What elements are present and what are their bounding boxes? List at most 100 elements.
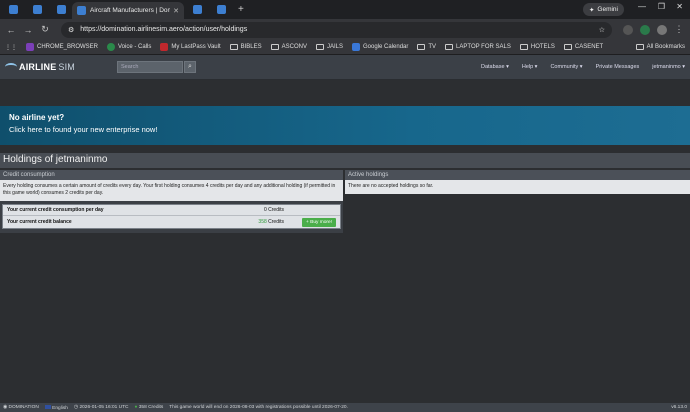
address-bar[interactable]: ⚙ https://domination.airlinesim.aero/act…: [61, 21, 612, 38]
folder-icon: [417, 44, 426, 50]
forward-icon[interactable]: →: [23, 25, 33, 35]
pinned-tab[interactable]: [2, 3, 24, 17]
minimize-icon[interactable]: —: [638, 2, 646, 11]
bookmark-folder[interactable]: TV: [417, 44, 436, 50]
search-input[interactable]: Search: [117, 61, 183, 73]
row-value: 358 Credits: [258, 219, 284, 225]
found-airline-banner[interactable]: No airline yet? Click here to found your…: [0, 106, 690, 145]
extension-icon[interactable]: [623, 24, 633, 35]
browser-toolbar: ← → ↻ ⚙ https://domination.airlinesim.ae…: [0, 19, 690, 40]
spacer: [0, 80, 690, 106]
bookmark-star-icon[interactable]: ☆: [599, 26, 605, 34]
row-label: Your current credit consumption per day: [7, 207, 104, 213]
nav-database[interactable]: Database ▾: [481, 64, 509, 70]
apps-grid-icon[interactable]: ⋮⋮: [5, 44, 17, 51]
site-favicon-icon: [192, 5, 202, 14]
all-bookmarks[interactable]: All Bookmarks: [635, 44, 685, 50]
bookmark-folder[interactable]: BIBLES: [229, 44, 262, 50]
page-title: Holdings of jetmaninmo: [0, 153, 690, 168]
folder-icon: [270, 44, 279, 50]
back-icon[interactable]: ←: [6, 25, 16, 35]
close-tab-icon[interactable]: ✕: [173, 7, 179, 15]
search-button[interactable]: ⌕: [184, 61, 196, 73]
maximize-icon[interactable]: ❐: [658, 2, 665, 11]
banner-link[interactable]: Click here to found your new enterprise …: [9, 125, 681, 134]
site-favicon-icon: [32, 5, 42, 14]
version-label: v6.13.0: [671, 405, 687, 410]
site-header: AIRLINE SIM Search ⌕ Database ▾ Help ▾ Co…: [0, 55, 690, 80]
folder-icon: [519, 44, 528, 50]
content-columns: Credit consumption Every holding consume…: [0, 168, 690, 233]
credit-table: Your current credit consumption per day …: [2, 204, 341, 229]
pinned-tab[interactable]: [26, 3, 48, 17]
game-status-bar: ◉ DOMINATION English ◷ 2026-01-05 16:01 …: [0, 403, 690, 412]
bookmark-item[interactable]: CHROME_BROWSER: [26, 43, 98, 51]
browser-tab[interactable]: [210, 3, 232, 17]
folder-icon: [229, 44, 238, 50]
bookmark-item[interactable]: Google Calendar: [352, 43, 408, 51]
button-cell: + Buy more!: [284, 217, 336, 227]
lastpass-icon: [160, 43, 169, 51]
table-row: Your current credit consumption per day …: [3, 205, 340, 215]
buy-more-button[interactable]: + Buy more!: [302, 217, 336, 227]
banner-title: No airline yet?: [9, 113, 65, 122]
url-text: https://domination.airlinesim.aero/actio…: [80, 26, 248, 33]
profile-avatar[interactable]: [657, 24, 667, 35]
menu-kebab-icon[interactable]: ⋮: [674, 24, 684, 35]
bookmark-folder[interactable]: CASENET: [563, 44, 603, 50]
browser-tab[interactable]: [186, 3, 208, 17]
bookmark-item[interactable]: Voice - Calls: [107, 43, 151, 51]
panel-header: Active holdings: [345, 170, 690, 180]
folder-icon: [445, 44, 454, 50]
extension-icon[interactable]: [640, 24, 650, 35]
calendar-icon: [352, 43, 360, 51]
active-browser-tab[interactable]: Aircraft Manufacturers | Domin ✕: [72, 2, 184, 19]
browser-tab-strip: Aircraft Manufacturers | Domin ✕ + ✦ Gemi…: [0, 0, 690, 19]
credit-consumption-panel: Credit consumption Every holding consume…: [0, 170, 343, 233]
logo-swoosh-icon: [5, 63, 17, 71]
phone-icon: [107, 43, 116, 51]
search-icon: ⌕: [188, 63, 192, 70]
sparkle-icon: ✦: [588, 6, 595, 14]
language-selector[interactable]: English: [44, 404, 68, 411]
server-time: ◷ 2026-01-05 16:01 UTC: [73, 405, 129, 410]
site-favicon-icon: [216, 5, 226, 14]
active-holdings-panel: Active holdings There are no accepted ho…: [345, 170, 690, 233]
bookmark-folder[interactable]: ASCONV: [270, 44, 307, 50]
row-label: Your current credit balance: [7, 219, 72, 225]
panel-header: Credit consumption: [0, 170, 343, 180]
site-info-icon[interactable]: ⚙: [68, 26, 74, 34]
world-name[interactable]: ◉ DOMINATION: [3, 405, 39, 410]
row-value: 0 Credits: [263, 207, 284, 213]
site-favicon-icon: [8, 5, 18, 14]
site-favicon-icon: [77, 6, 86, 15]
flag-icon: [44, 404, 51, 409]
close-window-icon[interactable]: ✕: [676, 2, 683, 11]
credit-description: Every holding consumes a certain amount …: [0, 180, 343, 201]
nav-user-menu[interactable]: jetmaninmo ▾: [652, 64, 685, 70]
bookmark-folder[interactable]: JAILS: [315, 44, 343, 50]
new-tab-icon[interactable]: +: [238, 4, 244, 15]
table-row: Your current credit balance 358 Credits …: [3, 215, 340, 228]
top-navigation: Database ▾ Help ▾ Community ▾ Private Me…: [481, 64, 685, 70]
purple-y-icon: [26, 43, 34, 51]
airlinesim-logo[interactable]: AIRLINE SIM: [5, 62, 117, 72]
bookmark-item[interactable]: My LastPass Vault: [160, 43, 221, 51]
folder-icon: [635, 44, 644, 50]
credit-balance[interactable]: ● 358 Credits: [135, 405, 164, 410]
world-end-notice: This game world will end on 2026-08-03 w…: [169, 405, 348, 410]
bookmark-folder[interactable]: LAPTOP FOR SALS: [445, 44, 511, 50]
empty-state-text: There are no accepted holdings so far.: [345, 180, 690, 194]
tab-title: Aircraft Manufacturers | Domin: [90, 7, 171, 14]
bookmarks-bar: ⋮⋮ CHROME_BROWSER Voice - Calls My LastP…: [0, 40, 690, 55]
nav-help[interactable]: Help ▾: [522, 64, 538, 70]
nav-private-messages[interactable]: Private Messages: [596, 64, 640, 70]
gemini-button[interactable]: ✦ Gemini: [582, 3, 624, 16]
bookmark-folder[interactable]: HOTELS: [519, 44, 555, 50]
pinned-tab[interactable]: [50, 3, 72, 17]
folder-icon: [563, 44, 572, 50]
reload-icon[interactable]: ↻: [40, 24, 50, 35]
site-favicon-icon: [56, 5, 66, 14]
nav-community[interactable]: Community ▾: [550, 64, 582, 70]
